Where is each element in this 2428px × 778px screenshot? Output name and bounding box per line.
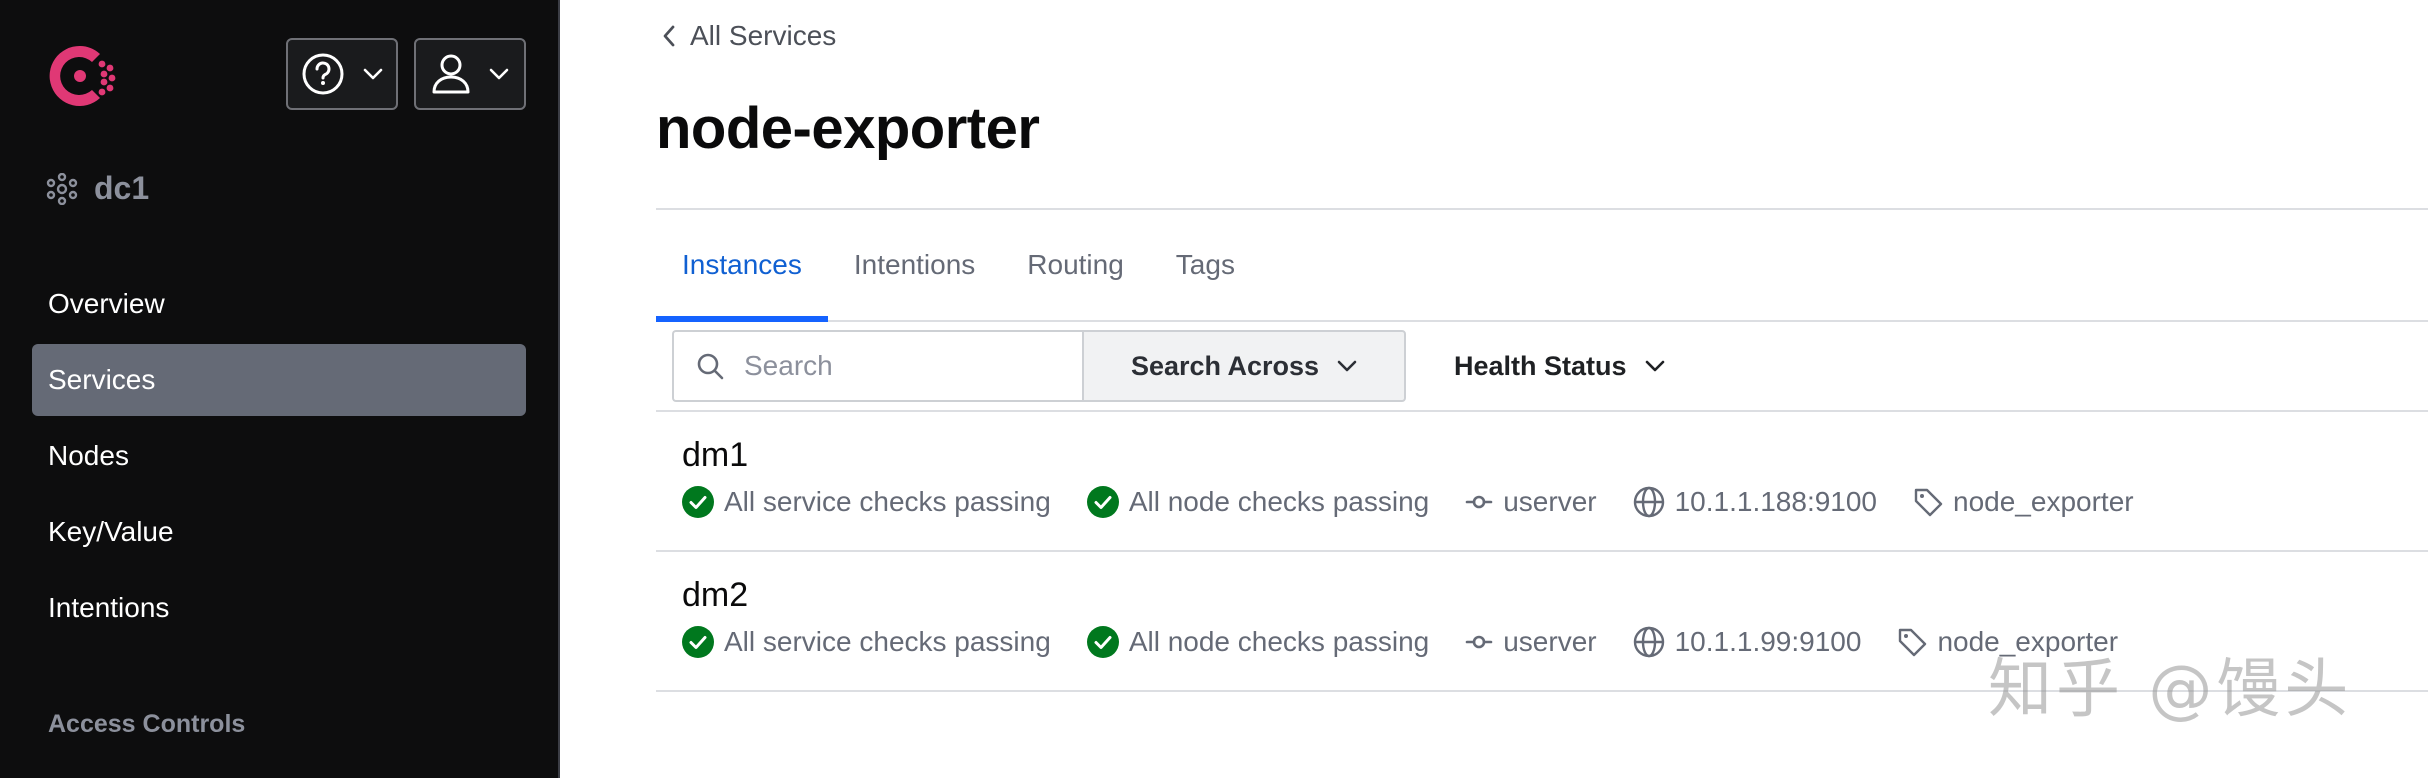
check-circle-icon xyxy=(1086,626,1119,658)
node-icon xyxy=(1465,495,1493,509)
chevron-down-icon xyxy=(1645,360,1664,372)
instance-meta: All service checks passing All node chec… xyxy=(682,486,2170,518)
node-checks-status: All node checks passing xyxy=(1086,486,1429,518)
check-circle-icon xyxy=(1086,486,1119,518)
sidebar-section-access-controls: Access Controls xyxy=(48,710,246,738)
tab-instances[interactable]: Instances xyxy=(656,210,828,322)
tag-icon xyxy=(1899,628,1927,657)
filter-toolbar: Search Across Health Status xyxy=(672,330,2428,402)
search-input[interactable] xyxy=(744,350,1044,382)
node-link[interactable]: userver xyxy=(1465,486,1597,518)
health-status-dropdown[interactable]: Health Status xyxy=(1454,351,1665,382)
search-icon xyxy=(697,353,724,380)
instance-name[interactable]: dm2 xyxy=(682,576,748,615)
address: 10.1.1.99:9100 xyxy=(1633,626,1861,658)
sidebar: dc1 Overview Services Nodes Key/Value In… xyxy=(0,0,560,778)
globe-icon xyxy=(1633,486,1664,518)
datacenter-selector[interactable]: dc1 xyxy=(46,170,149,207)
page-title: node-exporter xyxy=(656,96,1040,161)
watermark: 知乎 @馒头 xyxy=(1988,653,2353,727)
search-box[interactable] xyxy=(672,330,1082,402)
instance-meta: All service checks passing All node chec… xyxy=(682,626,2154,658)
check-circle-icon xyxy=(682,486,714,518)
sidebar-item-key-value[interactable]: Key/Value xyxy=(32,496,526,568)
address: 10.1.1.188:9100 xyxy=(1633,486,1877,518)
chevron-down-icon xyxy=(363,68,383,80)
help-menu-button[interactable] xyxy=(286,38,398,110)
search-across-label: Search Across xyxy=(1130,350,1320,381)
consul-logo-icon[interactable] xyxy=(42,38,118,114)
search-across-dropdown[interactable]: Search Across xyxy=(1082,330,1406,402)
list-divider xyxy=(656,410,2428,412)
sidebar-item-nodes[interactable]: Nodes xyxy=(32,420,526,492)
chevron-down-icon xyxy=(1337,360,1357,372)
sidebar-item-services[interactable]: Services xyxy=(32,344,526,416)
tag-icon xyxy=(1914,488,1943,517)
check-circle-icon xyxy=(682,626,714,658)
service-checks-status: All service checks passing xyxy=(682,626,1051,658)
node-checks-status: All node checks passing xyxy=(1086,626,1429,658)
breadcrumb[interactable]: All Services xyxy=(662,20,836,52)
list-item[interactable]: dm1 All service checks passing All node … xyxy=(682,436,2428,576)
tab-intentions[interactable]: Intentions xyxy=(828,210,1001,320)
breadcrumb-all-services[interactable]: All Services xyxy=(690,20,836,52)
globe-icon xyxy=(1633,626,1664,658)
help-icon xyxy=(302,53,344,95)
user-icon xyxy=(432,54,470,94)
user-menu-button[interactable] xyxy=(414,38,526,110)
sidebar-item-overview[interactable]: Overview xyxy=(32,268,526,340)
tab-bar: Instances Intentions Routing Tags xyxy=(656,210,2428,322)
service-checks-status: All service checks passing xyxy=(682,486,1051,518)
datacenter-label: dc1 xyxy=(94,170,150,206)
tab-tags[interactable]: Tags xyxy=(1150,210,1261,320)
list-divider xyxy=(656,550,2428,552)
tag: node_exporter xyxy=(1913,486,2134,518)
instance-name[interactable]: dm1 xyxy=(682,436,748,475)
chevron-left-icon xyxy=(663,25,675,47)
sidebar-nav: Overview Services Nodes Key/Value Intent… xyxy=(32,268,526,648)
node-icon xyxy=(1465,635,1493,649)
datacenter-icon xyxy=(46,172,78,205)
tab-routing[interactable]: Routing xyxy=(1001,210,1150,320)
health-status-label: Health Status xyxy=(1454,350,1627,381)
chevron-down-icon xyxy=(489,68,509,80)
node-link[interactable]: userver xyxy=(1465,626,1597,658)
sidebar-item-intentions[interactable]: Intentions xyxy=(32,572,526,644)
